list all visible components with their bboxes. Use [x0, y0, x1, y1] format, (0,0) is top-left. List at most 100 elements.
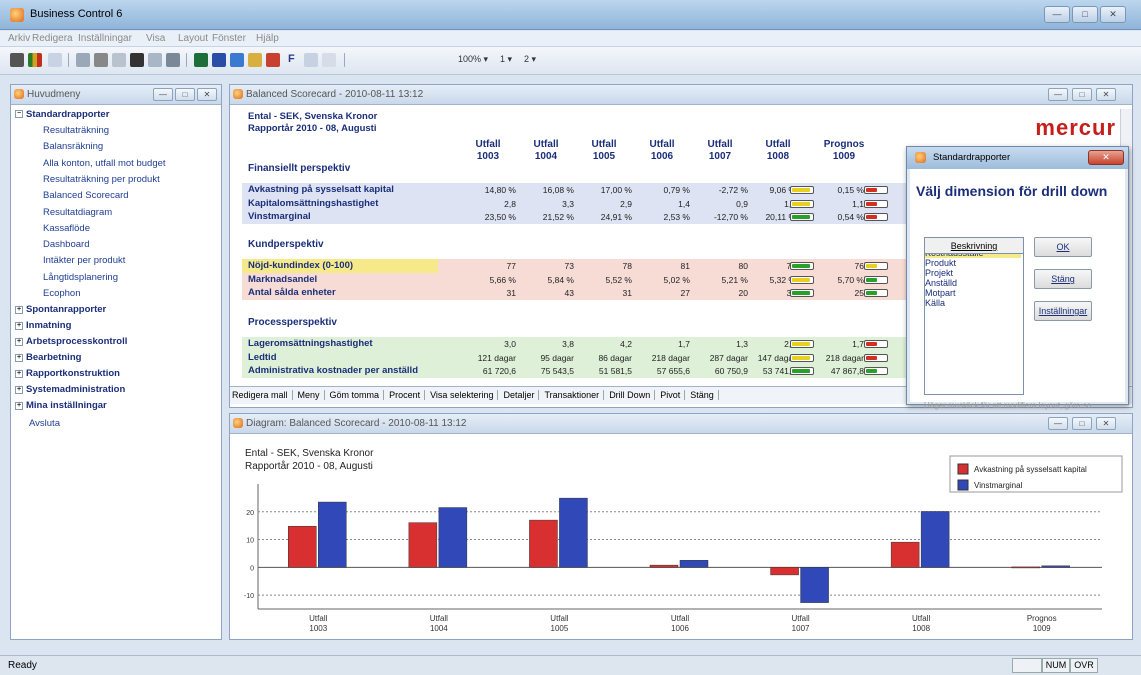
- kpi-row[interactable]: Administrativa kostnader per anställd 61 …: [242, 364, 922, 378]
- expand-icon[interactable]: +: [15, 369, 23, 378]
- kpi-row[interactable]: Nöjd-kundindex (0-100)77737881807676: [242, 259, 922, 273]
- expand-icon[interactable]: +: [15, 321, 23, 330]
- tree-group[interactable]: + Spontanrapporter: [15, 304, 106, 315]
- report-button[interactable]: Pivot: [660, 390, 686, 400]
- menu-item[interactable]: Arkiv: [8, 33, 30, 44]
- paste-icon[interactable]: [112, 53, 126, 67]
- kpi-row[interactable]: Marknadsandel 5,66 % 5,84 % 5,52 % 5,02 % 5,2…: [242, 272, 922, 287]
- legend-label: Vinstmarginal: [974, 481, 1023, 490]
- menu-item[interactable]: Inställningar: [78, 33, 132, 44]
- menu-item[interactable]: Redigera: [32, 33, 73, 44]
- excel-icon[interactable]: [194, 53, 208, 67]
- copy-icon[interactable]: [76, 53, 90, 67]
- tree-item[interactable]: Balansräkning: [43, 141, 103, 152]
- pdf-icon[interactable]: [266, 53, 280, 67]
- export-icon[interactable]: [230, 53, 244, 67]
- tree-item[interactable]: Ecophon: [43, 288, 81, 299]
- kpi-row[interactable]: Kapitalomsättningshastighet 2,8 3,3 2,9 1,4 0…: [242, 196, 922, 211]
- tree-group[interactable]: − Standardrapporter: [15, 109, 109, 120]
- zoom-select[interactable]: 100% ▾: [458, 54, 488, 65]
- expand-icon[interactable]: +: [15, 305, 23, 314]
- menu-item[interactable]: Fönster: [212, 33, 246, 44]
- tree-group[interactable]: + Arbetsprocesskontroll: [15, 336, 127, 347]
- panel-minimize-button[interactable]: —: [153, 88, 173, 101]
- kpi-row[interactable]: Lageromsättningshastighet 3,0 3,8 4,2 1,7 1,3…: [242, 337, 922, 351]
- dimension-item[interactable]: Motpart: [925, 288, 1021, 298]
- tree-item[interactable]: Långtidsplanering: [43, 272, 118, 283]
- report-icon[interactable]: [166, 53, 180, 67]
- print-icon[interactable]: [10, 53, 24, 67]
- dimension-item[interactable]: Projekt: [925, 268, 1021, 278]
- report-button[interactable]: Procent: [389, 390, 426, 400]
- kpi-row[interactable]: Vinstmarginal 23,50 % 21,52 % 24,91 % 2,53 %…: [242, 210, 922, 224]
- menu-item[interactable]: Visa: [146, 33, 165, 44]
- report-button[interactable]: Detaljer: [503, 390, 540, 400]
- tree-item[interactable]: Intäkter per produkt: [43, 255, 125, 266]
- report-button[interactable]: Meny: [298, 390, 325, 400]
- grid-icon[interactable]: [304, 53, 318, 67]
- tree-group[interactable]: + Mina inställningar: [15, 400, 107, 411]
- tree-item[interactable]: Dashboard: [43, 239, 89, 250]
- diagram-minimize-button[interactable]: —: [1048, 417, 1068, 430]
- bsc-maximize-button[interactable]: □: [1072, 88, 1092, 101]
- settings-button[interactable]: Inställningar: [1034, 301, 1092, 321]
- list-header[interactable]: Beskrivning: [925, 238, 1023, 254]
- ok-button[interactable]: OK: [1034, 237, 1092, 257]
- columns-icon[interactable]: [322, 53, 336, 67]
- panel-maximize-button[interactable]: □: [175, 88, 195, 101]
- kpi-row[interactable]: Antal sålda enheter31433127203425: [242, 286, 922, 300]
- mail-icon[interactable]: [248, 53, 262, 67]
- report-button[interactable]: Stäng: [690, 390, 719, 400]
- dimension-item[interactable]: Anställd: [925, 278, 1021, 288]
- word-icon[interactable]: [212, 53, 226, 67]
- panel-close-button[interactable]: ✕: [197, 88, 217, 101]
- expand-icon[interactable]: +: [15, 401, 23, 410]
- chart-icon[interactable]: [28, 53, 42, 67]
- indicator-fill: [792, 342, 810, 346]
- tree-item[interactable]: Balanced Scorecard: [43, 190, 129, 201]
- collapse-icon[interactable]: −: [15, 110, 23, 119]
- tree-group[interactable]: + Rapportkonstruktion: [15, 368, 120, 379]
- bsc-minimize-button[interactable]: —: [1048, 88, 1068, 101]
- kpi-value: 51 581,5: [598, 366, 632, 376]
- dimension-list[interactable]: Beskrivning KontoKostnadsställeProduktPr…: [924, 237, 1024, 395]
- tree-item[interactable]: Resultatdiagram: [43, 207, 112, 218]
- tree-item[interactable]: Resultaträkning per produkt: [43, 174, 160, 185]
- filter-icon[interactable]: F: [288, 53, 302, 67]
- expand-icon[interactable]: +: [15, 353, 23, 362]
- close-button[interactable]: ✕: [1100, 6, 1126, 23]
- diagram-close-button[interactable]: ✕: [1096, 417, 1116, 430]
- dimension-item[interactable]: Källa: [925, 298, 1021, 308]
- find-icon[interactable]: [130, 53, 144, 67]
- tree-item[interactable]: Resultaträkning: [43, 125, 109, 136]
- report-button[interactable]: Transaktioner: [544, 390, 605, 400]
- page-select-2[interactable]: 2 ▾: [524, 54, 536, 65]
- tree-group[interactable]: + Bearbetning: [15, 352, 81, 363]
- kpi-row[interactable]: Avkastning på sysselsatt kapital 14,80 % 1…: [242, 183, 922, 197]
- bsc-close-button[interactable]: ✕: [1096, 88, 1116, 101]
- list-icon[interactable]: [148, 53, 162, 67]
- diagram-maximize-button[interactable]: □: [1072, 417, 1092, 430]
- menu-item[interactable]: Hjälp: [256, 33, 279, 44]
- close-dialog-button[interactable]: Stäng: [1034, 269, 1092, 289]
- tree-group[interactable]: + Systemadministration: [15, 384, 125, 395]
- dimension-item[interactable]: Produkt: [925, 258, 1021, 268]
- exit-item[interactable]: Avsluta: [29, 418, 60, 429]
- expand-icon[interactable]: +: [15, 385, 23, 394]
- kpi-row[interactable]: Ledtid 121 dagar 95 dagar 86 dagar 218 dagar…: [242, 350, 922, 365]
- report-button[interactable]: Redigera mall: [232, 390, 293, 400]
- cut-icon[interactable]: [94, 53, 108, 67]
- report-button[interactable]: Drill Down: [609, 390, 656, 400]
- report-button[interactable]: Göm tomma: [330, 390, 385, 400]
- expand-icon[interactable]: +: [15, 337, 23, 346]
- tree-item[interactable]: Kassaflöde: [43, 223, 90, 234]
- dialog-close-button[interactable]: ✕: [1088, 150, 1124, 165]
- menu-item[interactable]: Layout: [178, 33, 208, 44]
- tree-item[interactable]: Alla konton, utfall mot budget: [43, 158, 166, 169]
- minimize-button[interactable]: —: [1044, 6, 1070, 23]
- maximize-button[interactable]: □: [1072, 6, 1098, 23]
- tree-group[interactable]: + Inmatning: [15, 320, 71, 331]
- page-select-1[interactable]: 1 ▾: [500, 54, 512, 65]
- help-icon[interactable]: [48, 53, 62, 67]
- report-button[interactable]: Visa selektering: [430, 390, 499, 400]
